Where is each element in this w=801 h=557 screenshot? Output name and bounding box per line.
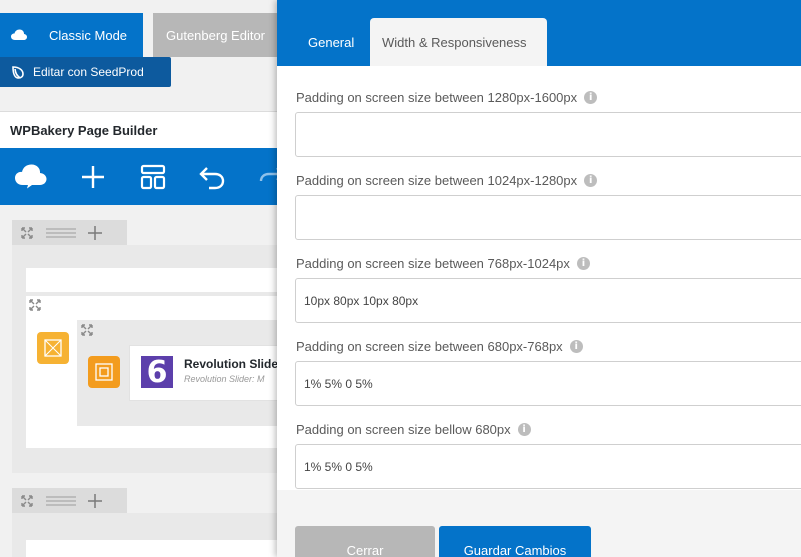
tab-general-label: General	[308, 34, 355, 50]
info-icon[interactable]: i	[584, 174, 598, 187]
element-title: Revolution Slider	[184, 357, 283, 371]
add-column-icon[interactable]	[80, 488, 110, 513]
info-icon[interactable]: i	[569, 340, 583, 353]
row-controls	[12, 220, 127, 245]
tab-general[interactable]: General	[295, 18, 369, 66]
info-icon[interactable]: i	[584, 91, 598, 104]
classic-mode-button[interactable]: Classic Mode	[0, 13, 143, 57]
editor-background: Classic Mode Gutenberg Editor Editar con…	[0, 0, 290, 557]
padding-1280-1600-input[interactable]	[295, 112, 801, 157]
row-inner-area-2	[26, 540, 290, 557]
padding-768-1024-input[interactable]	[295, 278, 801, 323]
gutenberg-editor-label: Gutenberg Editor	[166, 27, 266, 43]
field-label-text: Padding on screen size bellow 680px	[296, 422, 511, 437]
layout-icon[interactable]	[140, 164, 166, 190]
seedprod-button[interactable]: Editar con SeedProd	[0, 57, 171, 87]
field-label: Padding on screen size between 1280px-16…	[296, 90, 598, 105]
row-inner-area	[26, 268, 290, 292]
column-expand-icon[interactable]	[29, 299, 41, 311]
inner-element-icon[interactable]	[88, 356, 120, 388]
field-label-text: Padding on screen size between 680px-768…	[296, 339, 563, 354]
padding-below-680-input[interactable]	[295, 444, 801, 489]
info-icon[interactable]: i	[517, 423, 531, 436]
settings-modal: General Width & Responsiveness Padding o…	[277, 0, 801, 557]
save-changes-button[interactable]: Guardar Cambios	[439, 526, 591, 557]
drag-handle-icon[interactable]	[42, 488, 80, 513]
wpbakery-logo-icon[interactable]	[14, 163, 48, 189]
revolution-slider-element[interactable]: 6 Revolution Slider Revolution Slider: M	[129, 345, 290, 401]
modal-body: Padding on screen size between 1280px-16…	[277, 66, 801, 490]
expand-icon[interactable]	[12, 220, 42, 245]
row-controls-2	[12, 488, 127, 513]
drag-handle-icon[interactable]	[42, 220, 80, 245]
field-label: Padding on screen size between 768px-102…	[296, 256, 590, 271]
field-label-text: Padding on screen size between 1280px-16…	[296, 90, 578, 105]
gutenberg-editor-button[interactable]: Gutenberg Editor	[153, 13, 283, 57]
inner-column-expand-icon[interactable]	[81, 324, 93, 336]
tab-width-responsiveness[interactable]: Width & Responsiveness	[370, 18, 547, 66]
add-column-icon[interactable]	[80, 220, 110, 245]
close-button-label: Cerrar	[346, 543, 384, 557]
field-label: Padding on screen size between 680px-768…	[296, 339, 583, 354]
wpbakery-title-text: WPBakery Page Builder	[10, 122, 158, 138]
field-label-text: Padding on screen size between 768px-102…	[296, 256, 570, 271]
wpbakery-title: WPBakery Page Builder	[0, 111, 290, 148]
field-label-text: Padding on screen size between 1024px-12…	[296, 173, 578, 188]
undo-icon[interactable]	[198, 164, 226, 190]
close-button[interactable]: Cerrar	[295, 526, 435, 557]
revolution-slider-logo-icon: 6	[141, 355, 173, 390]
seedprod-leaf-icon	[12, 65, 24, 79]
expand-icon[interactable]	[12, 488, 42, 513]
padding-1024-1280-input[interactable]	[295, 195, 801, 240]
info-icon[interactable]: i	[576, 257, 590, 270]
field-label: Padding on screen size between 1024px-12…	[296, 173, 598, 188]
modal-footer: Cerrar Guardar Cambios	[277, 490, 801, 557]
cloud-icon	[11, 29, 27, 40]
tab-width-label: Width & Responsiveness	[382, 34, 527, 50]
wpbakery-toolbar	[0, 148, 290, 205]
seedprod-label: Editar con SeedProd	[33, 65, 144, 79]
modal-header: General Width & Responsiveness	[277, 0, 801, 66]
classic-mode-label: Classic Mode	[49, 27, 128, 43]
save-button-label: Guardar Cambios	[463, 543, 567, 557]
plus-icon[interactable]	[80, 164, 106, 190]
element-subtitle: Revolution Slider: M	[184, 374, 265, 384]
padding-680-768-input[interactable]	[295, 361, 801, 406]
field-label: Padding on screen size bellow 680px i	[296, 422, 531, 437]
element-box-icon[interactable]	[37, 332, 69, 364]
